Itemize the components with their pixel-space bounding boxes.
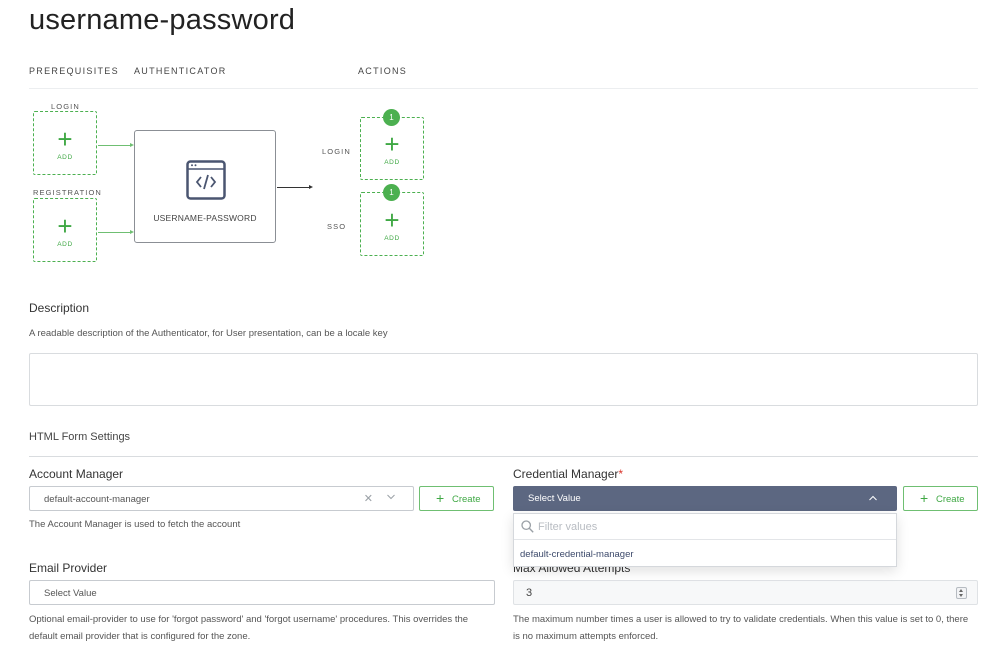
email-provider-select[interactable]: Select Value bbox=[29, 580, 495, 605]
login-connector bbox=[98, 145, 131, 146]
clear-icon[interactable]: ✕ bbox=[364, 492, 373, 505]
prerequisite-login-label: LOGIN bbox=[51, 102, 80, 111]
actions-connector bbox=[277, 187, 309, 188]
add-login-prerequisite-button[interactable]: + ADD bbox=[33, 111, 97, 175]
credential-manager-label: Credential Manager* bbox=[513, 467, 623, 481]
filter-row bbox=[514, 514, 896, 540]
credential-manager-dropdown: default-credential-manager bbox=[513, 513, 897, 567]
plus-icon: + bbox=[384, 129, 400, 159]
action-login-label: LOGIN bbox=[322, 147, 351, 156]
add-sso-action-button[interactable]: + ADD bbox=[360, 192, 424, 256]
filter-values-input[interactable] bbox=[538, 518, 878, 536]
plus-icon: + bbox=[920, 490, 929, 506]
registration-connector bbox=[98, 232, 131, 233]
help-line: is no maximum attempts enforced. bbox=[513, 631, 659, 642]
description-help: A readable description of the Authentica… bbox=[29, 328, 388, 339]
prerequisite-registration-label: REGISTRATION bbox=[33, 188, 102, 197]
plus-icon: + bbox=[384, 205, 400, 235]
chevron-down-icon[interactable] bbox=[387, 493, 395, 501]
credential-manager-select[interactable]: Select Value bbox=[513, 486, 897, 511]
max-attempts-input[interactable]: 3 bbox=[513, 580, 978, 605]
create-label: Create bbox=[452, 494, 481, 505]
html-form-settings-title: HTML Form Settings bbox=[29, 431, 131, 443]
option-default-credential-manager[interactable]: default-credential-manager bbox=[514, 541, 896, 567]
add-label: ADD bbox=[384, 235, 400, 242]
section-divider bbox=[29, 456, 978, 457]
create-label: Create bbox=[936, 494, 965, 505]
help-line: Optional email-provider to use for 'forg… bbox=[29, 614, 469, 625]
authenticator-header: AUTHENTICATOR bbox=[134, 66, 227, 76]
email-provider-label: Email Provider bbox=[29, 561, 108, 575]
add-registration-prerequisite-button[interactable]: + ADD bbox=[33, 198, 97, 262]
max-attempts-help: The maximum number times a user is allow… bbox=[513, 611, 968, 645]
account-manager-label: Account Manager bbox=[29, 467, 124, 481]
search-icon bbox=[521, 520, 534, 533]
create-credential-manager-button[interactable]: + Create bbox=[903, 486, 978, 511]
plus-icon: + bbox=[57, 211, 73, 241]
help-line: The maximum number times a user is allow… bbox=[513, 614, 969, 625]
email-provider-value: Select Value bbox=[44, 588, 97, 599]
sso-action-count-badge: 1 bbox=[383, 184, 400, 201]
actions-header: ACTIONS bbox=[358, 66, 408, 76]
add-label: ADD bbox=[57, 241, 73, 248]
plus-icon: + bbox=[436, 490, 445, 506]
arrow-icon bbox=[309, 185, 313, 189]
account-manager-select[interactable]: default-account-manager ✕ bbox=[29, 486, 414, 511]
max-attempts-value: 3 bbox=[526, 587, 533, 599]
create-account-manager-button[interactable]: + Create bbox=[419, 486, 494, 511]
description-title: Description bbox=[29, 301, 90, 315]
plus-icon: + bbox=[57, 124, 73, 154]
authenticator-card[interactable]: USERNAME-PASSWORD bbox=[134, 130, 276, 243]
credential-manager-label-text: Credential Manager bbox=[513, 467, 619, 481]
header-divider bbox=[29, 88, 978, 89]
login-action-count-badge: 1 bbox=[383, 109, 400, 126]
prerequisites-header: PREREQUISITES bbox=[29, 66, 119, 76]
email-provider-help: Optional email-provider to use for 'forg… bbox=[29, 611, 468, 645]
help-line: default email provider that is configure… bbox=[29, 631, 251, 642]
chevron-up-icon[interactable] bbox=[869, 494, 877, 502]
account-manager-help: The Account Manager is used to fetch the… bbox=[29, 519, 241, 530]
add-login-action-button[interactable]: + ADD bbox=[360, 117, 424, 180]
action-sso-label: SSO bbox=[327, 222, 347, 231]
description-textarea[interactable] bbox=[29, 353, 978, 406]
page-title: username-password bbox=[29, 4, 296, 36]
account-manager-value: default-account-manager bbox=[44, 494, 150, 505]
add-label: ADD bbox=[384, 159, 400, 166]
required-mark: * bbox=[618, 467, 624, 481]
number-stepper-icon[interactable] bbox=[956, 587, 967, 599]
code-window-icon bbox=[186, 160, 226, 200]
add-label: ADD bbox=[57, 154, 73, 161]
authenticator-name: USERNAME-PASSWORD bbox=[153, 213, 257, 223]
credential-manager-value: Select Value bbox=[528, 493, 581, 504]
